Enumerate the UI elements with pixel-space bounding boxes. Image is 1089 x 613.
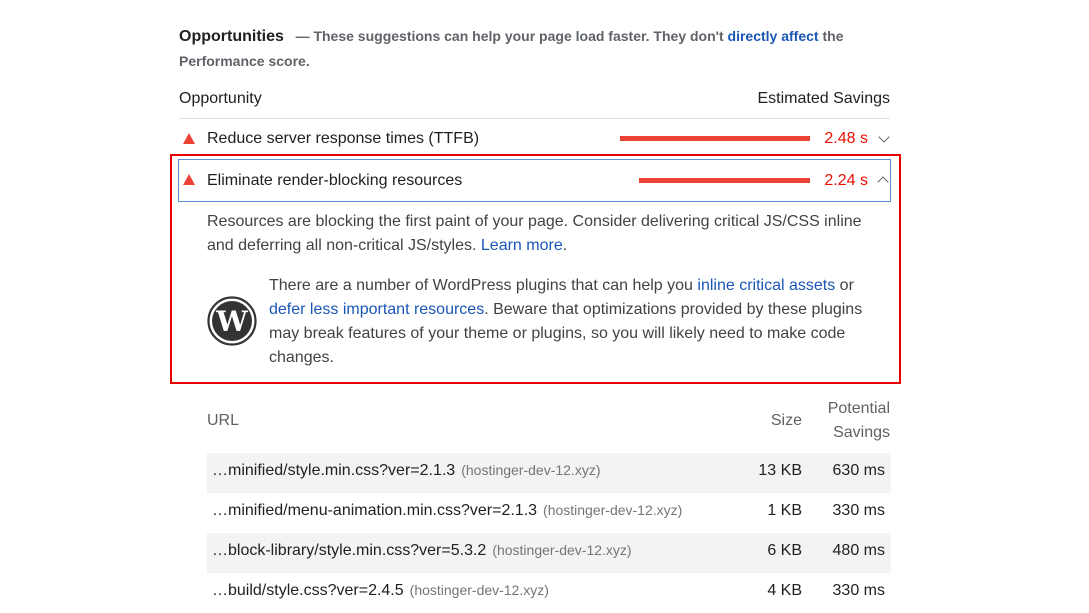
column-header-estimated-savings: Estimated Savings [757, 90, 890, 107]
host-text: (hostinger-dev-12.xyz) [461, 462, 601, 478]
description-period: . [562, 237, 568, 254]
size-cell: 6 KB [767, 542, 802, 559]
size-cell: 4 KB [767, 582, 802, 599]
url-cell[interactable]: …minified/menu-animation.min.css?ver=2.1… [212, 502, 682, 520]
fail-triangle-icon [183, 133, 195, 144]
chevron-down-icon[interactable] [878, 131, 890, 143]
table-row: …minified/style.min.css?ver=2.1.3 (hostin… [207, 453, 891, 493]
description-text: — These suggestions can help your page l… [295, 28, 728, 44]
chevron-up-icon[interactable] [877, 176, 889, 188]
size-cell: 1 KB [767, 502, 802, 519]
directly-affect-link[interactable]: directly affect [728, 28, 819, 44]
savings-bar [639, 178, 810, 183]
audit-savings-value: 2.48 s [824, 130, 868, 147]
wp-text-1: There are a number of WordPress plugins … [269, 277, 698, 294]
learn-more-link[interactable]: Learn more [481, 237, 563, 254]
url-text: …block-library/style.min.css?ver=5.3.2 [212, 542, 487, 559]
savings-cell: 630 ms [832, 462, 885, 479]
table-row: …minified/menu-animation.min.css?ver=2.1… [207, 493, 891, 533]
table-header-potential-savings: Potential Savings [828, 397, 890, 445]
table-header-size: Size [770, 412, 802, 429]
svg-text:W: W [215, 305, 248, 338]
url-text: …minified/style.min.css?ver=2.1.3 [212, 462, 456, 479]
table-row: …build/style.css?ver=2.4.5 (hostinger-dev… [207, 573, 891, 613]
url-cell[interactable]: …build/style.css?ver=2.4.5 (hostinger-dev… [212, 582, 549, 600]
audit-title: Eliminate render-blocking resources [207, 172, 463, 189]
opportunities-header: Opportunities — These suggestions can he… [179, 24, 859, 74]
savings-bar [620, 136, 810, 141]
table-header-url: URL [207, 412, 240, 429]
wordpress-icon: W [207, 296, 257, 346]
size-cell: 13 KB [758, 462, 802, 479]
url-text: …minified/menu-animation.min.css?ver=2.1… [212, 502, 538, 519]
url-cell[interactable]: …block-library/style.min.css?ver=5.3.2 (h… [212, 542, 632, 560]
audit-title: Reduce server response times (TTFB) [207, 130, 480, 147]
url-cell[interactable]: …minified/style.min.css?ver=2.1.3 (hostin… [212, 462, 600, 480]
audit-description: Resources are blocking the first paint o… [207, 210, 887, 258]
fail-triangle-icon [183, 174, 195, 185]
column-header-opportunity: Opportunity [179, 90, 262, 107]
wordpress-stack-pack-text: There are a number of WordPress plugins … [269, 274, 879, 370]
table-row: …block-library/style.min.css?ver=5.3.2 (h… [207, 533, 891, 573]
inline-critical-assets-link[interactable]: inline critical assets [697, 277, 835, 294]
host-text: (hostinger-dev-12.xyz) [409, 582, 549, 598]
savings-header-line2: Savings [833, 424, 890, 441]
audit-savings-value: 2.24 s [824, 172, 868, 189]
audit-ttfb[interactable]: Reduce server response times (TTFB) 2.48… [179, 124, 891, 154]
header-divider [179, 118, 890, 119]
savings-cell: 480 ms [832, 542, 885, 559]
host-text: (hostinger-dev-12.xyz) [492, 542, 632, 558]
audit-render-blocking[interactable]: Eliminate render-blocking resources 2.24… [178, 159, 891, 202]
host-text: (hostinger-dev-12.xyz) [543, 502, 683, 518]
defer-less-important-resources-link[interactable]: defer less important resources [269, 301, 484, 318]
section-title: Opportunities [179, 28, 284, 45]
savings-cell: 330 ms [832, 582, 885, 599]
wp-text-2: or [835, 277, 854, 294]
url-text: …build/style.css?ver=2.4.5 [212, 582, 404, 599]
savings-header-line1: Potential [827, 400, 890, 417]
savings-cell: 330 ms [832, 502, 885, 519]
